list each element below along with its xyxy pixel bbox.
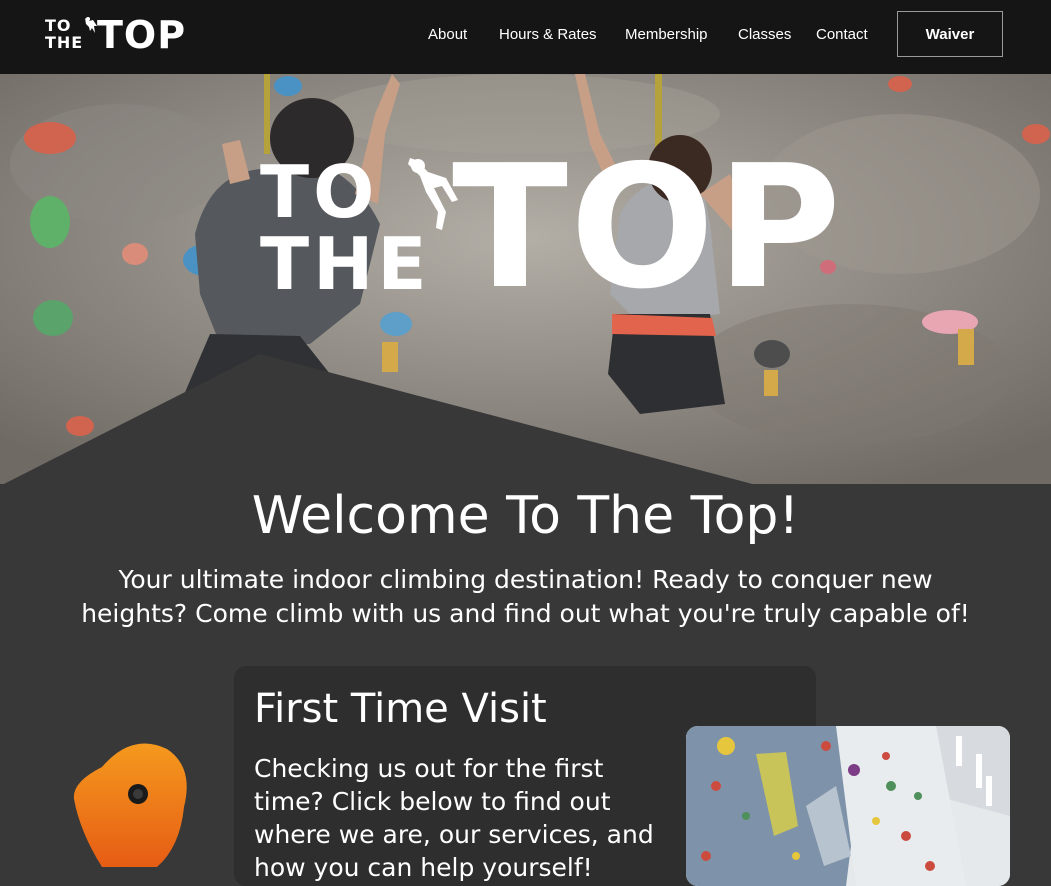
first-visit-title: First Time Visit [254, 686, 547, 732]
gym-photo [686, 726, 1010, 886]
nav-link-hours-rates[interactable]: Hours & Rates [499, 26, 597, 43]
first-visit-text: Checking us out for the first time? Clic… [254, 754, 654, 882]
waiver-button[interactable]: Waiver [897, 11, 1003, 57]
welcome-title: Welcome To The Top! [251, 486, 800, 546]
nav-link-contact[interactable]: Contact [816, 26, 868, 43]
hero-logo-word-to: TO [260, 150, 379, 234]
welcome-subtitle: Your ultimate indoor climbing destinatio… [81, 565, 970, 628]
logo-word-top: TOP [97, 13, 187, 57]
hero-banner: TO THE TOP [0, 74, 1051, 486]
gym-photo-image [686, 726, 1010, 886]
brand-logo[interactable]: TO THE TOP [45, 13, 185, 57]
logo-word-the: THE [45, 33, 84, 52]
logo-word-to: TO [45, 16, 72, 35]
nav-link-membership[interactable]: Membership [625, 26, 708, 43]
nav-link-about[interactable]: About [428, 26, 467, 43]
climbing-hold-icon [73, 743, 187, 867]
hero-logo: TO THE TOP [248, 143, 841, 313]
hero-logo-word-top: TOP [452, 129, 844, 327]
nav-link-classes[interactable]: Classes [738, 26, 791, 43]
navbar: TO THE TOP About Hours & Rates Membershi… [0, 0, 1051, 74]
hero-logo-word-the: THE [260, 222, 431, 306]
